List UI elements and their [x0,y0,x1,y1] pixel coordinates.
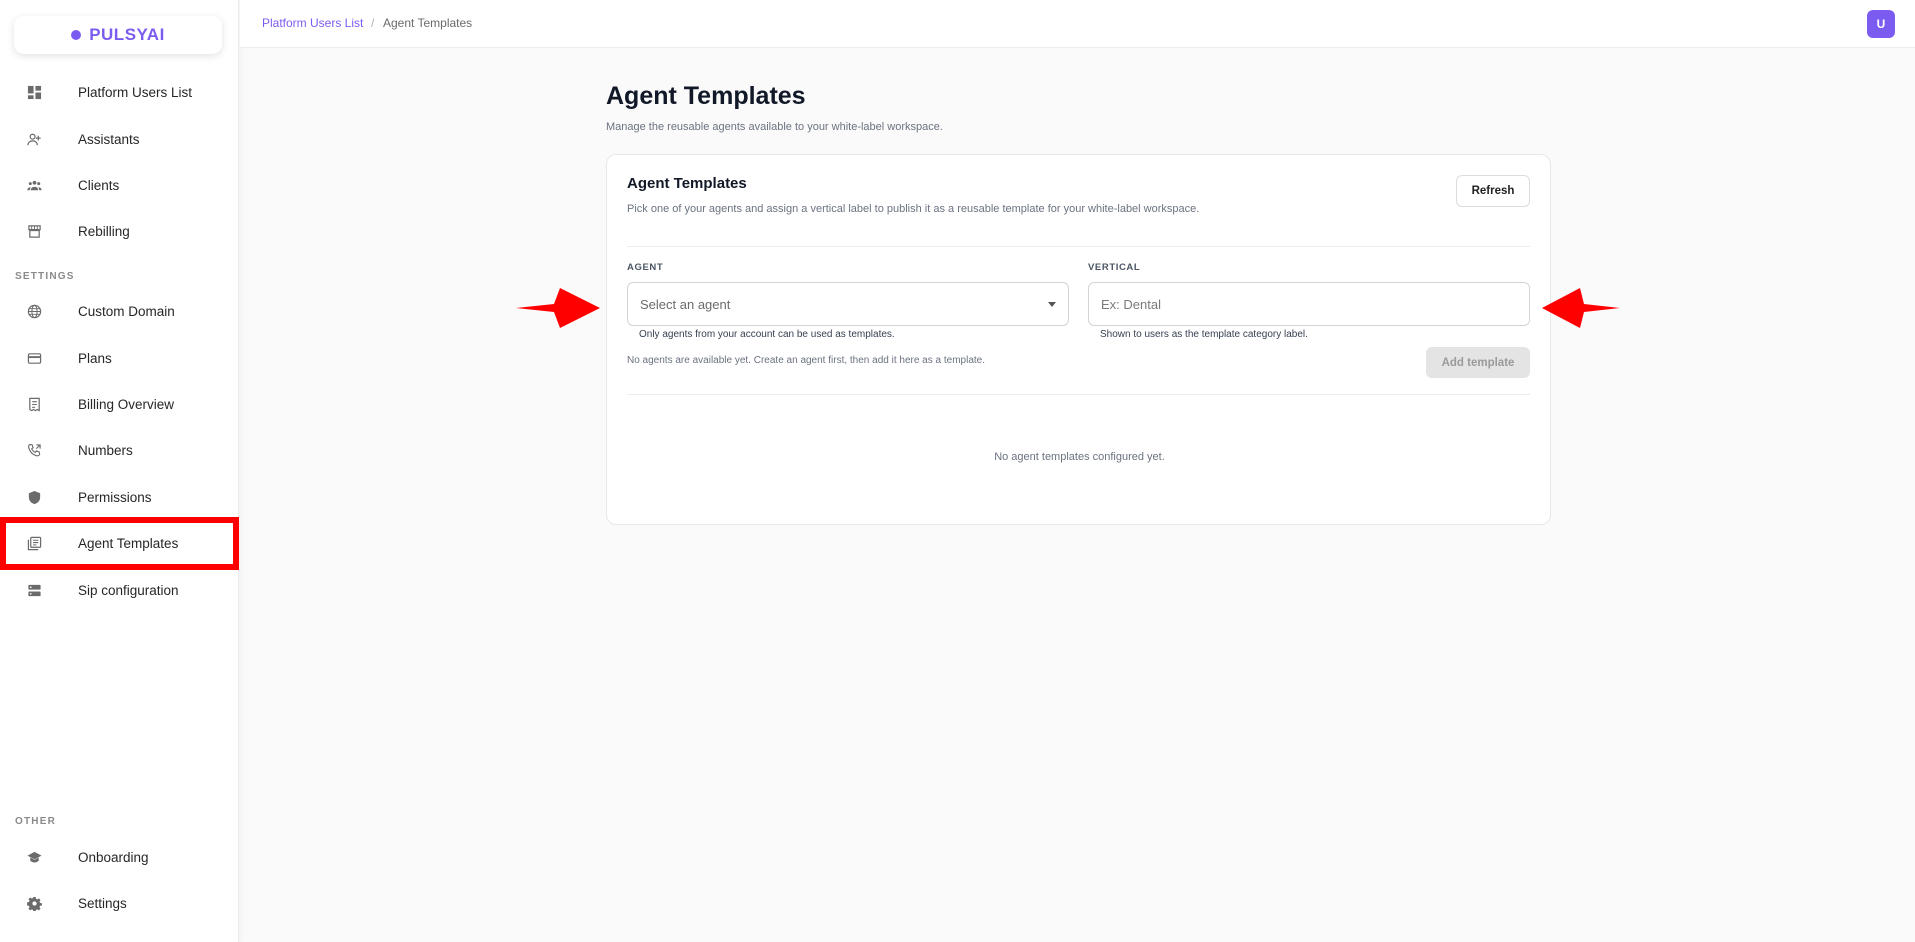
card-divider [627,394,1530,395]
vertical-helper-text: Shown to users as the template category … [1100,329,1308,340]
sidebar-item-label: Platform Users List [78,84,193,100]
empty-state-text: No agent templates configured yet. [994,451,1165,463]
storefront-icon [26,223,42,239]
sidebar-item-custom-domain[interactable]: Custom Domain [0,291,239,331]
agent-helper-text: Only agents from your account can be use… [639,329,895,340]
topbar: Platform Users List / Agent Templates U [240,0,1915,48]
add-template-button[interactable]: Add template [1426,347,1530,378]
brand-name: PULSYAI [89,25,165,44]
sidebar-item-permissions[interactable]: Permissions [0,477,239,517]
shield-icon [26,489,42,505]
breadcrumb-separator: / [371,16,375,30]
sidebar-item-plans[interactable]: Plans [0,338,239,378]
brand-dot-icon [71,30,82,40]
sidebar-item-label: Rebilling [78,223,130,239]
agent-select-value: Select an agent [640,296,731,312]
sidebar-item-label: Assistants [78,131,140,147]
sidebar-item-label: Plans [78,350,112,366]
dashboard-icon [26,84,42,100]
gear-icon [26,895,42,911]
agent-templates-card: Agent Templates Pick one of your agents … [606,154,1551,525]
sidebar-item-onboarding[interactable]: Onboarding [0,837,239,877]
library-books-icon [26,536,42,552]
sidebar-item-rebilling[interactable]: Rebilling [0,211,239,251]
card-title: Agent Templates [627,175,747,192]
sidebar-item-agent-templates[interactable]: Agent Templates [0,517,239,570]
group-icon [26,177,42,193]
page-subtitle: Manage the reusable agents available to … [606,121,943,133]
card-description: Pick one of your agents and assign a ver… [627,203,1200,215]
sidebar-item-label: Onboarding [78,849,149,865]
dns-icon [26,582,42,598]
sidebar-item-label: Custom Domain [78,303,175,319]
sidebar-item-settings[interactable]: Settings [0,883,239,923]
sidebar-item-billing-overview[interactable]: Billing Overview [0,384,239,424]
no-agents-note: No agents are available yet. Create an a… [627,355,985,366]
agent-select[interactable]: Select an agent [627,282,1069,326]
page-title: Agent Templates [606,82,806,110]
sidebar-item-assistants[interactable]: Assistants [0,119,239,159]
sidebar-item-label: Permissions [78,489,152,505]
sidebar-item-label: Settings [78,895,127,911]
card-divider [627,246,1530,247]
refresh-button[interactable]: Refresh [1456,175,1530,207]
user-plus-icon [26,131,42,147]
annotation-arrow-right-icon [516,288,600,328]
other-section-label: OTHER [15,816,56,827]
chevron-down-icon [1048,302,1056,307]
vertical-field-label: VERTICAL [1088,262,1141,273]
credit-card-icon [26,350,42,366]
sidebar-item-label: Sip configuration [78,582,179,598]
breadcrumb-root-link[interactable]: Platform Users List [262,16,363,30]
graduation-cap-icon [26,849,42,865]
sidebar-item-label: Agent Templates [78,536,179,551]
settings-section-label: SETTINGS [15,271,75,282]
receipt-icon [26,396,42,412]
sidebar-item-sip-configuration[interactable]: Sip configuration [0,570,239,610]
sidebar-item-label: Clients [78,177,120,193]
sidebar-item-label: Numbers [78,442,133,458]
phone-forward-icon [26,442,42,458]
agent-field-label: AGENT [627,262,664,273]
sidebar-item-clients[interactable]: Clients [0,165,239,205]
user-avatar[interactable]: U [1867,10,1895,38]
breadcrumb-current: Agent Templates [383,16,473,30]
globe-icon [26,303,42,319]
brand-logo[interactable]: PULSYAI [14,16,222,54]
sidebar-item-numbers[interactable]: Numbers [0,430,239,470]
sidebar: PULSYAI Platform Users List Assistants C… [0,0,239,942]
sidebar-item-platform-users[interactable]: Platform Users List [0,72,239,112]
vertical-input[interactable] [1088,282,1530,326]
annotation-arrow-left-icon [1542,288,1620,328]
sidebar-item-label: Billing Overview [78,396,175,412]
